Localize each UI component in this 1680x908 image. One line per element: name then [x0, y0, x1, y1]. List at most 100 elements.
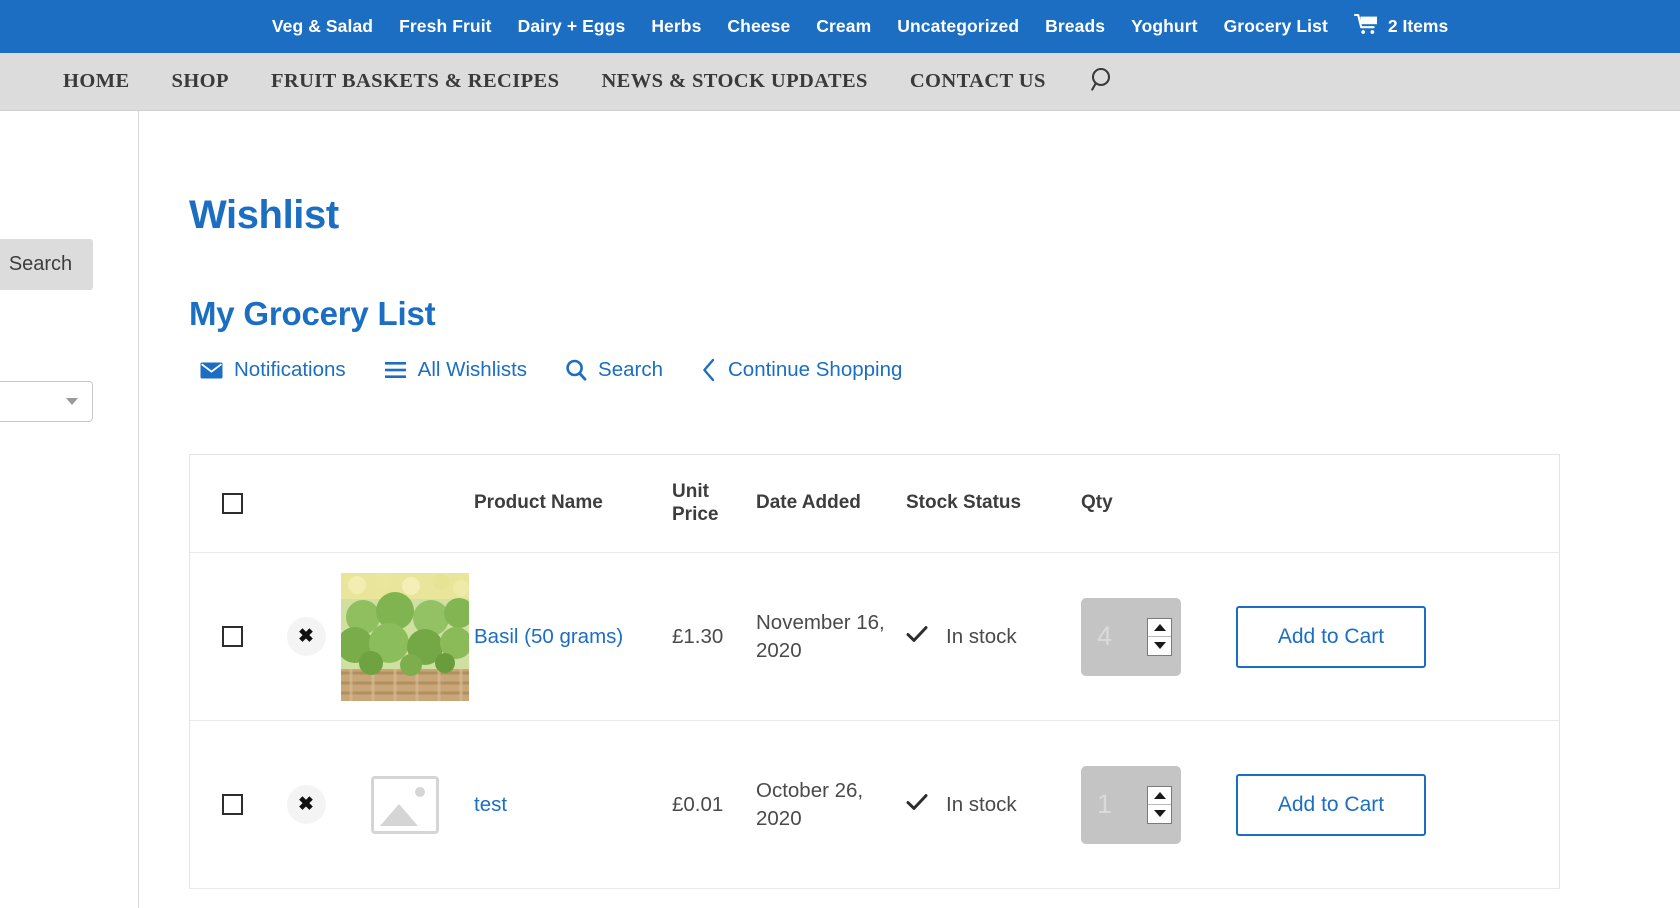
row-product-name-cell: test	[472, 793, 672, 817]
quantity-increment[interactable]	[1148, 787, 1171, 805]
page-title: Wishlist	[189, 193, 339, 237]
action-continue-shopping[interactable]: Continue Shopping	[701, 358, 902, 382]
topbar-item-yoghurt[interactable]: Yoghurt	[1118, 16, 1210, 37]
triangle-up-icon	[1153, 623, 1166, 631]
product-link[interactable]: test	[474, 793, 507, 816]
header-qty: Qty	[1081, 492, 1113, 514]
topbar-item-grocery-list[interactable]: Grocery List	[1211, 16, 1341, 37]
search-icon	[565, 359, 587, 381]
action-search-label: Search	[598, 358, 663, 381]
action-all-wishlists-label: All Wishlists	[417, 358, 528, 381]
row-product-name-cell: Basil (50 grams)	[472, 625, 672, 649]
quantity-decrement[interactable]	[1148, 804, 1171, 823]
header-unit-price: Unit Price	[672, 481, 719, 525]
check-icon	[906, 791, 928, 818]
row-unit-price: £1.30	[672, 624, 724, 648]
triangle-down-icon	[1153, 642, 1166, 650]
quantity-increment[interactable]	[1148, 619, 1171, 637]
envelope-icon	[200, 362, 223, 379]
main-navigation-bar: HOME SHOP FRUIT BASKETS & RECIPES NEWS &…	[0, 53, 1680, 111]
row-remove-cell: ✖	[275, 785, 337, 824]
topbar-item-cream[interactable]: Cream	[803, 16, 884, 37]
row-unit-price: £0.01	[672, 792, 724, 816]
topbar-item-uncategorized[interactable]: Uncategorized	[884, 16, 1032, 37]
row-date-added: October 26, 2020	[756, 779, 864, 830]
wishlist-name-heading: My Grocery List	[189, 295, 436, 332]
nav-item-fruit-baskets-recipes[interactable]: FRUIT BASKETS & RECIPES	[250, 70, 581, 93]
header-product-name: Product Name	[474, 492, 603, 514]
cart-item-count: 2 Items	[1387, 16, 1449, 36]
row-checkbox[interactable]	[222, 794, 243, 815]
row-thumb-cell	[337, 775, 472, 834]
left-sidebar-rail: Search	[0, 111, 139, 908]
select-all-checkbox[interactable]	[222, 493, 243, 514]
check-icon	[906, 623, 928, 650]
header-date-added: Date Added	[756, 492, 861, 514]
add-to-cart-button[interactable]: Add to Cart	[1236, 773, 1426, 836]
quantity-input[interactable]: 1	[1081, 765, 1181, 844]
quantity-stepper[interactable]	[1147, 785, 1172, 824]
nav-item-home[interactable]: HOME	[42, 70, 151, 93]
quantity-decrement[interactable]	[1148, 636, 1171, 655]
row-stock-status-cell: In stock	[906, 791, 1081, 818]
add-to-cart-button[interactable]: Add to Cart	[1236, 605, 1426, 668]
select-all-cell	[190, 493, 275, 514]
product-thumbnail-basil[interactable]	[340, 572, 469, 701]
action-continue-shopping-label: Continue Shopping	[727, 358, 903, 381]
wishlist-table: Product Name Unit Price Date Added Stock…	[189, 454, 1560, 889]
row-thumb-cell	[337, 572, 472, 701]
row-stock-status-cell: In stock	[906, 623, 1081, 650]
sidebar-search-button[interactable]: Search	[0, 239, 93, 290]
product-link[interactable]: Basil (50 grams)	[474, 625, 623, 648]
quantity-value: 1	[1097, 789, 1113, 819]
chevron-down-icon	[66, 398, 78, 405]
row-select-cell	[190, 794, 275, 815]
row-action-cell: Add to Cart	[1236, 773, 1559, 836]
wishlist-actions: Notifications All Wishlists Search Conti…	[189, 358, 1680, 382]
image-placeholder-icon	[370, 775, 439, 834]
nav-item-contact-us[interactable]: CONTACT US	[889, 70, 1067, 93]
search-icon	[1089, 66, 1116, 98]
row-stock-status: In stock	[946, 624, 1017, 648]
top-category-bar: Veg & Salad Fresh Fruit Dairy + Eggs Her…	[0, 0, 1680, 53]
header-stock-status: Stock Status	[906, 492, 1022, 514]
table-row: ✖ Basil (50 grams) £1.30 November 16, 20…	[190, 553, 1559, 721]
hamburger-list-icon	[384, 361, 407, 379]
sidebar-dropdown[interactable]	[0, 381, 93, 422]
remove-item-button[interactable]: ✖	[286, 785, 326, 824]
remove-item-button[interactable]: ✖	[286, 617, 326, 656]
wishlist-content: Wishlist My Grocery List Notifications A…	[140, 111, 1680, 889]
nav-item-news-stock-updates[interactable]: NEWS & STOCK UPDATES	[580, 70, 888, 93]
row-select-cell	[190, 626, 275, 647]
shopping-cart-icon	[1353, 13, 1379, 40]
row-qty-cell: 4	[1081, 597, 1236, 676]
cart-link[interactable]: 2 Items	[1341, 13, 1461, 40]
row-qty-cell: 1	[1081, 765, 1236, 844]
quantity-input[interactable]: 4	[1081, 597, 1181, 676]
chevron-left-icon	[701, 358, 717, 382]
topbar-item-breads[interactable]: Breads	[1032, 16, 1118, 37]
topbar-item-veg-salad[interactable]: Veg & Salad	[259, 16, 386, 37]
row-date-added: November 16, 2020	[756, 611, 885, 662]
table-row: ✖ test £0.01 October 26, 2020 In stock 1…	[190, 721, 1559, 889]
action-search[interactable]: Search	[565, 358, 663, 382]
row-stock-status: In stock	[946, 792, 1017, 816]
triangle-up-icon	[1153, 791, 1166, 799]
page-body: Search Wishlist My Grocery List Notifica…	[0, 111, 1680, 908]
action-notifications[interactable]: Notifications	[200, 358, 346, 382]
row-remove-cell: ✖	[275, 617, 337, 656]
action-all-wishlists[interactable]: All Wishlists	[384, 358, 527, 382]
topbar-item-fresh-fruit[interactable]: Fresh Fruit	[386, 16, 505, 37]
nav-item-shop[interactable]: SHOP	[151, 70, 250, 93]
row-checkbox[interactable]	[222, 626, 243, 647]
topbar-item-cheese[interactable]: Cheese	[714, 16, 803, 37]
quantity-stepper[interactable]	[1147, 617, 1172, 656]
topbar-item-herbs[interactable]: Herbs	[638, 16, 714, 37]
action-notifications-label: Notifications	[234, 358, 346, 381]
topbar-item-dairy-eggs[interactable]: Dairy + Eggs	[505, 16, 639, 37]
nav-search-button[interactable]	[1067, 66, 1138, 98]
table-header-row: Product Name Unit Price Date Added Stock…	[190, 455, 1559, 553]
triangle-down-icon	[1153, 810, 1166, 818]
quantity-value: 4	[1097, 621, 1113, 651]
placeholder-mountain-icon	[379, 803, 418, 826]
